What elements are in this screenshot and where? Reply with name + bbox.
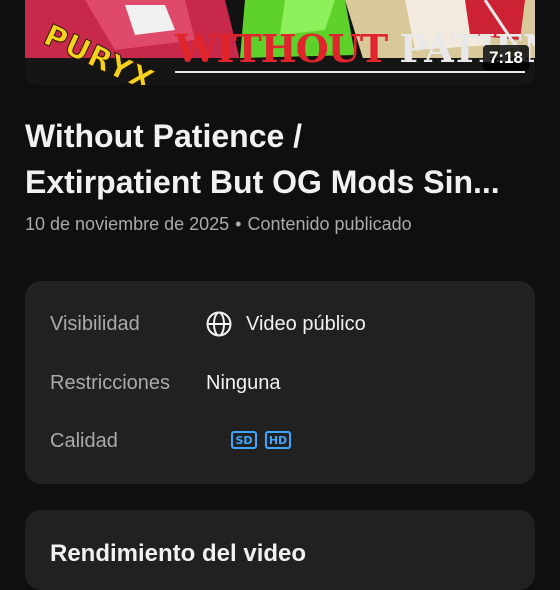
video-title: Without Patience / Extirpatient But OG M… [25,113,540,205]
duration-badge: 7:18 [482,45,529,71]
restrictions-value: Ninguna [206,372,281,394]
performance-title: Rendimiento del video [50,540,307,567]
sd-badge-icon: SD [231,431,257,449]
video-title-line-2: Extirpatient But OG Mods Sin... [25,164,500,200]
visibility-value-text: Video público [246,312,366,335]
globe-icon [206,311,232,337]
publish-date: 10 de noviembre de 2025 [25,214,230,234]
video-title-line-1: Without Patience / [25,118,303,154]
restrictions-label: Restricciones [50,372,171,394]
video-performance-card[interactable]: Rendimiento del video [25,510,535,590]
video-meta: 10 de noviembre de 2025 • Contenido public… [25,214,412,235]
meta-separator: • [235,214,242,234]
hd-badge-icon: HD [265,431,291,449]
publish-status: Contenido publicado [247,214,412,234]
quality-label: Calidad [50,430,118,452]
thumbnail-title-overlay: WITHOUT PATIENCE [175,30,535,68]
video-details-card: Visibilidad Video público Restricciones … [25,281,535,484]
thumbnail-title-word-1: WITHOUT [175,26,388,71]
visibility-value: Video público [206,311,366,337]
visibility-label: Visibilidad [50,313,140,335]
quality-badges: SD HD [231,431,299,449]
video-thumbnail[interactable]: PURYX WITHOUT PATIENCE 7:18 [25,0,535,85]
